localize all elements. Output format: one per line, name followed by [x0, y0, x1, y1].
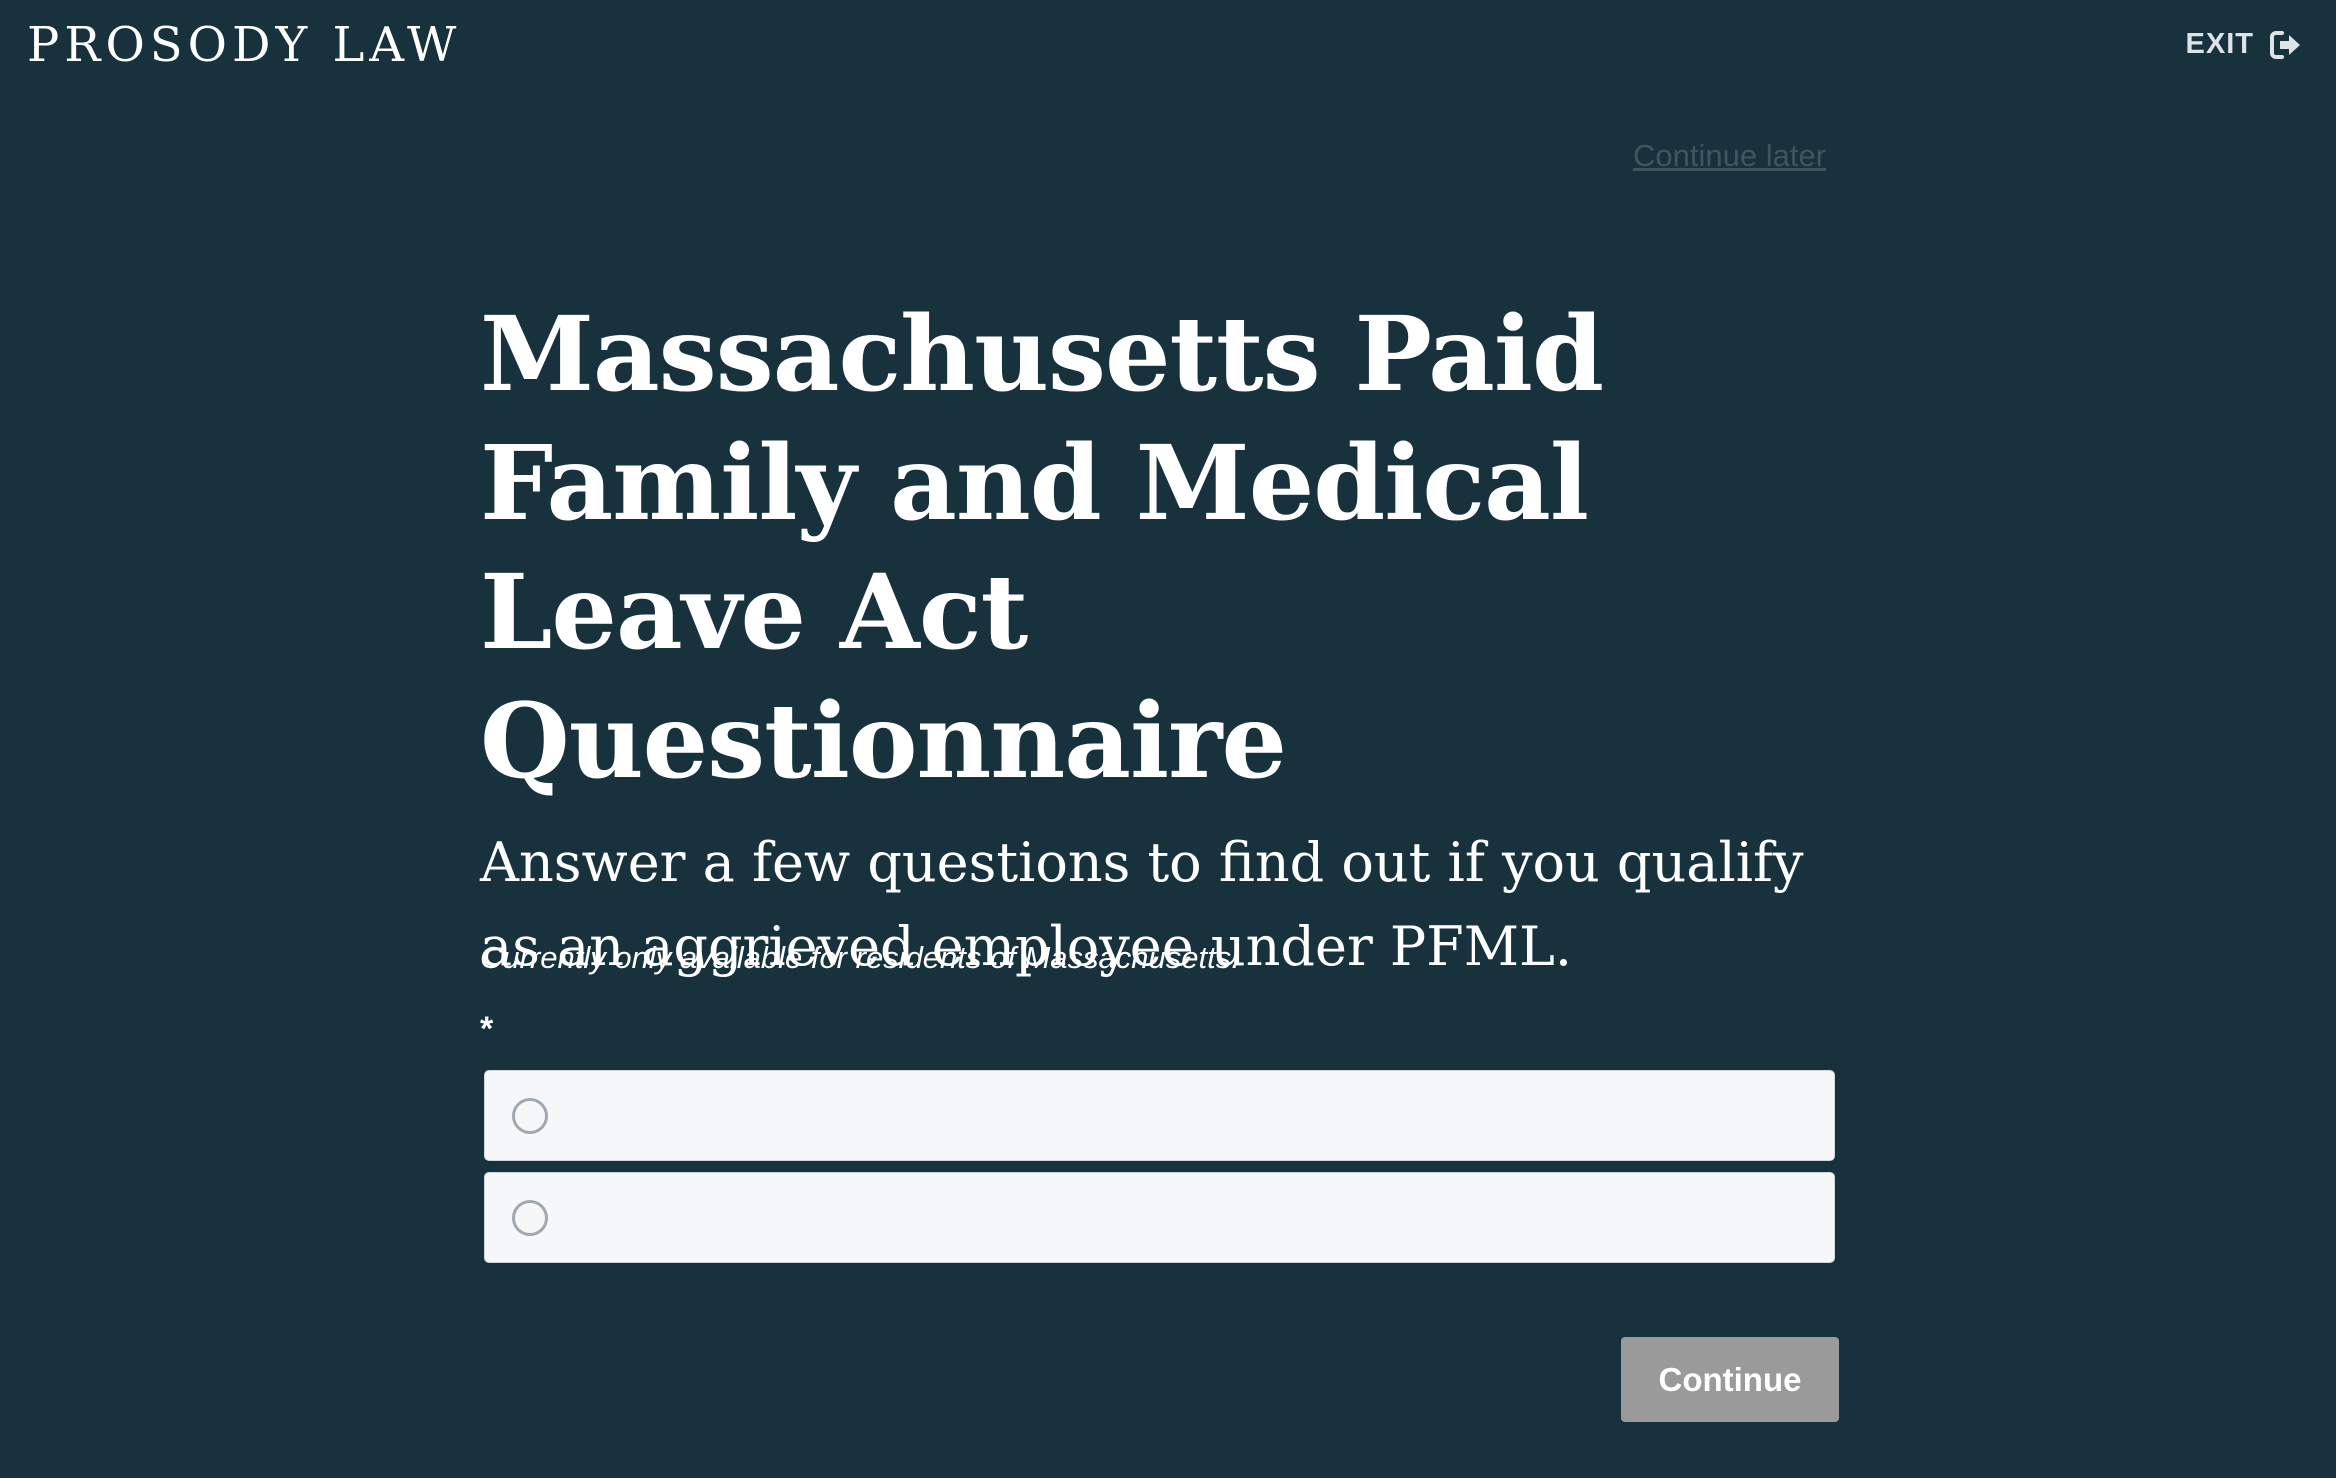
continue-button[interactable]: Continue — [1621, 1337, 1839, 1422]
radio-option-2[interactable] — [484, 1172, 1835, 1263]
intro-section: Massachusetts Paid Family and Medical Le… — [480, 290, 1840, 989]
radio-option-1[interactable] — [484, 1070, 1835, 1161]
page-title: Massachusetts Paid Family and Medical Le… — [480, 294, 1604, 802]
availability-note: Currently only available for residents o… — [480, 940, 1240, 975]
continue-later-link[interactable]: Continue later — [1633, 138, 1826, 174]
required-marker: * — [480, 1010, 494, 1048]
radio-button[interactable] — [512, 1097, 548, 1134]
sign-out-icon — [2270, 30, 2302, 60]
exit-button[interactable]: EXIT — [2186, 28, 2302, 61]
brand-logo: PROSODY LAW — [27, 17, 462, 73]
radio-button[interactable] — [512, 1199, 548, 1236]
exit-label: EXIT — [2185, 28, 2254, 60]
